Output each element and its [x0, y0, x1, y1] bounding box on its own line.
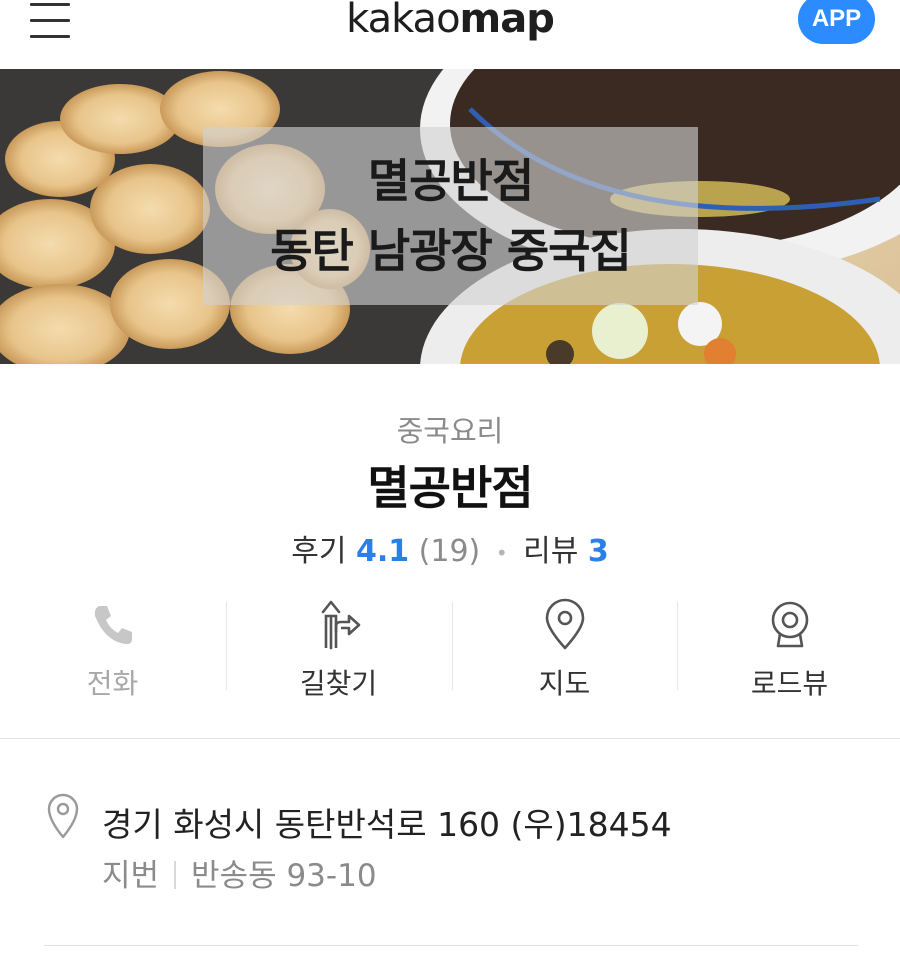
review-label: 후기: [291, 534, 347, 569]
review-count: (19): [418, 534, 481, 569]
location-pin-icon: [47, 793, 79, 839]
blog-review-label: 리뷰: [523, 534, 579, 569]
review-link[interactable]: 후기 4.1 (19): [291, 534, 490, 569]
jibun-label: 지번: [102, 858, 160, 894]
road-address[interactable]: 경기 화성시 동탄반석로 160 (우)18454: [102, 798, 672, 846]
review-score: 4.1: [355, 534, 410, 569]
map-pin-icon: [545, 598, 585, 650]
place-category: 중국요리: [396, 414, 504, 448]
separator-dot: •: [495, 540, 508, 565]
jibun-address-row: 지번 반송동 93-10: [102, 850, 377, 895]
phone-icon: [94, 606, 132, 645]
section-divider: [0, 738, 900, 739]
jibun-divider: [174, 861, 177, 889]
top-header: kakaomap APP: [0, 0, 900, 68]
directions-icon: [321, 600, 361, 650]
hero-caption-title: 멸공반점: [367, 154, 534, 208]
place-name: 멸공반점: [367, 461, 533, 515]
hero-caption-overlay: 멸공반점 동탄 남광장 중국집: [203, 127, 698, 305]
blog-review-link[interactable]: 리뷰 3: [523, 534, 609, 569]
map-button[interactable]: 지도: [452, 598, 677, 700]
hero-caption-subtitle: 동탄 남광장 중국집: [270, 224, 632, 278]
directions-button[interactable]: 길찾기: [226, 598, 451, 700]
rating-row: 후기 4.1 (19) • 리뷰 3: [0, 526, 900, 570]
roadview-button[interactable]: 로드뷰: [677, 598, 900, 700]
directions-label: 길찾기: [299, 667, 378, 700]
jibun-address: 반송동 93-10: [191, 858, 377, 894]
roadview-label: 로드뷰: [750, 667, 829, 700]
blog-review-count: 3: [587, 534, 609, 569]
section-divider-bottom: [44, 945, 858, 946]
roadview-icon: [771, 601, 809, 648]
logo-text-kakao: kakao: [346, 0, 460, 42]
call-button[interactable]: 전화: [0, 598, 225, 700]
app-button[interactable]: APP: [798, 0, 875, 44]
action-bar: 전화 길찾기 지도 로드뷰: [0, 598, 900, 700]
place-hero-image[interactable]: 멸공반점 동탄 남광장 중국집: [0, 69, 900, 364]
logo-text-map: map: [459, 0, 555, 42]
call-label: 전화: [86, 667, 139, 700]
kakaomap-logo[interactable]: kakaomap: [0, 0, 900, 42]
map-label: 지도: [538, 667, 591, 700]
